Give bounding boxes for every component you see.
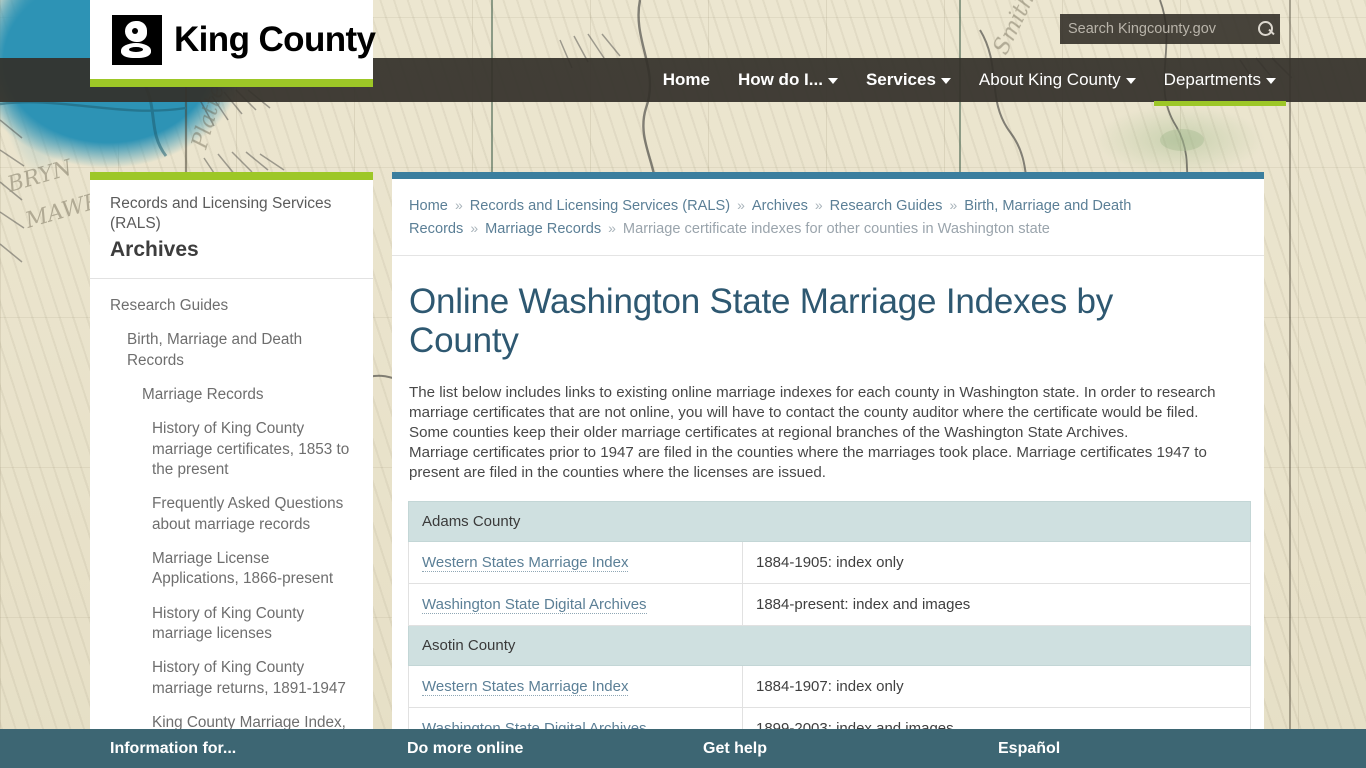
sidebar-header: Records and Licensing Services (RALS) Ar… [90,180,373,279]
sidebar-item-marriage-records[interactable]: Marriage Records [90,381,373,415]
logo-mouth-detail [129,46,143,52]
coverage-cell: 1884-1907: index only [742,665,1251,709]
nav-item-label: About King County [978,70,1121,89]
nav-item-about-king-county[interactable]: About King County [965,58,1150,102]
sidebar-department-name: Records and Licensing Services (RALS) [110,195,332,233]
nav-item-label: Departments [1163,70,1261,89]
nav-item-departments[interactable]: Departments [1150,58,1290,106]
logo-wordmark: King County [174,19,376,59]
search-icon[interactable] [1255,18,1273,40]
svg-text:BRYN: BRYN [4,155,76,198]
breadcrumb-item[interactable]: Research Guides [830,198,943,214]
breadcrumb-separator: » [470,219,479,236]
sidebar-item-history-of-king-county-marriage-certific[interactable]: History of King County marriage certific… [90,415,373,490]
breadcrumb-separator: » [814,197,823,213]
source-cell: Western States Marriage Index [408,665,743,709]
site-header: Home How do I... Services About King County… [0,0,1366,106]
footer-link-get-help[interactable]: Get help [703,740,767,758]
county-header-row: Adams County [408,501,1251,543]
intro-paragraph-1: The list below includes links to existin… [409,383,1216,441]
king-county-face-logo-icon [112,14,162,65]
nav-item-label: How do I... [737,70,823,89]
breadcrumb-item[interactable]: Records and Licensing Services (RALS) [470,198,730,214]
coverage-cell: 1884-1905: index only [742,541,1251,585]
logo-green-accent-bar [90,79,373,87]
site-footer: Information for... Do more online Get help… [0,729,1366,768]
intro-text: The list below includes links to existin… [392,361,1264,483]
county-name: Asotin County [408,625,1251,667]
page-title: Online Washington State Marriage Indexes… [409,281,1114,361]
sidebar-section-title: Archives [110,237,199,261]
nav-item-label: Services [865,70,936,89]
source-cell: Washington State Digital Archives [408,583,743,627]
sidebar-nav-list: Research Guides Birth, Marriage and Death… [90,279,373,737]
sidebar-item-marriage-license-applications-1866-prese[interactable]: Marriage License Applications, 1866-pres… [90,545,373,600]
sidebar: Records and Licensing Services (RALS) Ar… [90,172,373,737]
footer-link-information-for[interactable]: Information for... [110,740,236,758]
breadcrumb-item[interactable]: Home [409,198,448,214]
source-cell: Western States Marriage Index [408,541,743,585]
source-link[interactable]: Washington State Digital Archives [422,596,647,615]
breadcrumb-separator: » [737,197,745,213]
page-root: BRYN MAWR Platted 4.7 Tracts Smith HomeH… [0,0,1366,768]
site-logo[interactable]: King County [90,0,376,79]
source-link[interactable]: Western States Marriage Index [422,678,629,697]
nav-item-label: Home [662,70,710,89]
source-link[interactable]: Western States Marriage Index [422,554,629,573]
table-row: Washington State Digital Archives 1884-pr… [408,583,1251,627]
sidebar-item-research-guides[interactable]: Research Guides [90,292,373,326]
sidebar-green-accent [90,172,373,180]
breadcrumb-item[interactable]: Archives [752,198,808,214]
search-input[interactable] [1068,21,1255,37]
sidebar-item-frequently-asked-questions-about-marriag[interactable]: Frequently Asked Questions about marriag… [90,490,373,545]
coverage-cell: 1884-present: index and images [742,583,1251,627]
main-teal-accent [392,172,1264,179]
nav-item-services[interactable]: Services [852,58,965,102]
search-box[interactable] [1060,14,1280,44]
nav-item-list: Home How do I... Services About King County… [649,58,1290,106]
footer-link-espa-ol[interactable]: Español [998,740,1060,758]
sidebar-item-history-of-king-county-marriage-licenses[interactable]: History of King County marriage licenses [90,600,373,655]
chevron-down-icon [1125,77,1136,84]
breadcrumb: Home » Records and Licensing Services (RAL… [392,179,1264,256]
table-row: Western States Marriage Index 1884-1905: … [408,541,1251,585]
sidebar-item-birth-marriage-and-death-records[interactable]: Birth, Marriage and Death Records [90,326,373,381]
footer-link-do-more-online[interactable]: Do more online [407,740,523,758]
sidebar-item-history-of-king-county-marriage-returns-[interactable]: History of King County marriage returns,… [90,654,373,709]
county-name: Adams County [408,501,1251,543]
breadcrumb-item[interactable]: Marriage Records [485,221,601,237]
nav-item-home[interactable]: Home [649,58,724,102]
breadcrumb-separator: » [454,197,463,213]
main-content-panel: Home » Records and Licensing Services (RAL… [392,172,1264,737]
chevron-down-icon [827,77,838,84]
chevron-down-icon [1266,77,1276,84]
logo-eye-detail [132,27,138,34]
breadcrumb-separator: » [608,219,616,236]
breadcrumb-item-current: Marriage certificate indexes for other c… [622,220,1050,237]
breadcrumb-separator: » [949,197,958,213]
nav-item-how-do-i[interactable]: How do I... [724,58,852,102]
county-index-table: Adams County Western States Marriage Inde… [408,501,1251,737]
county-header-row: Asotin County [408,625,1251,667]
intro-paragraph-2: Marriage certificates prior to 1947 are … [409,444,1207,482]
chevron-down-icon [940,77,951,84]
table-row: Western States Marriage Index 1884-1907: … [408,665,1251,709]
